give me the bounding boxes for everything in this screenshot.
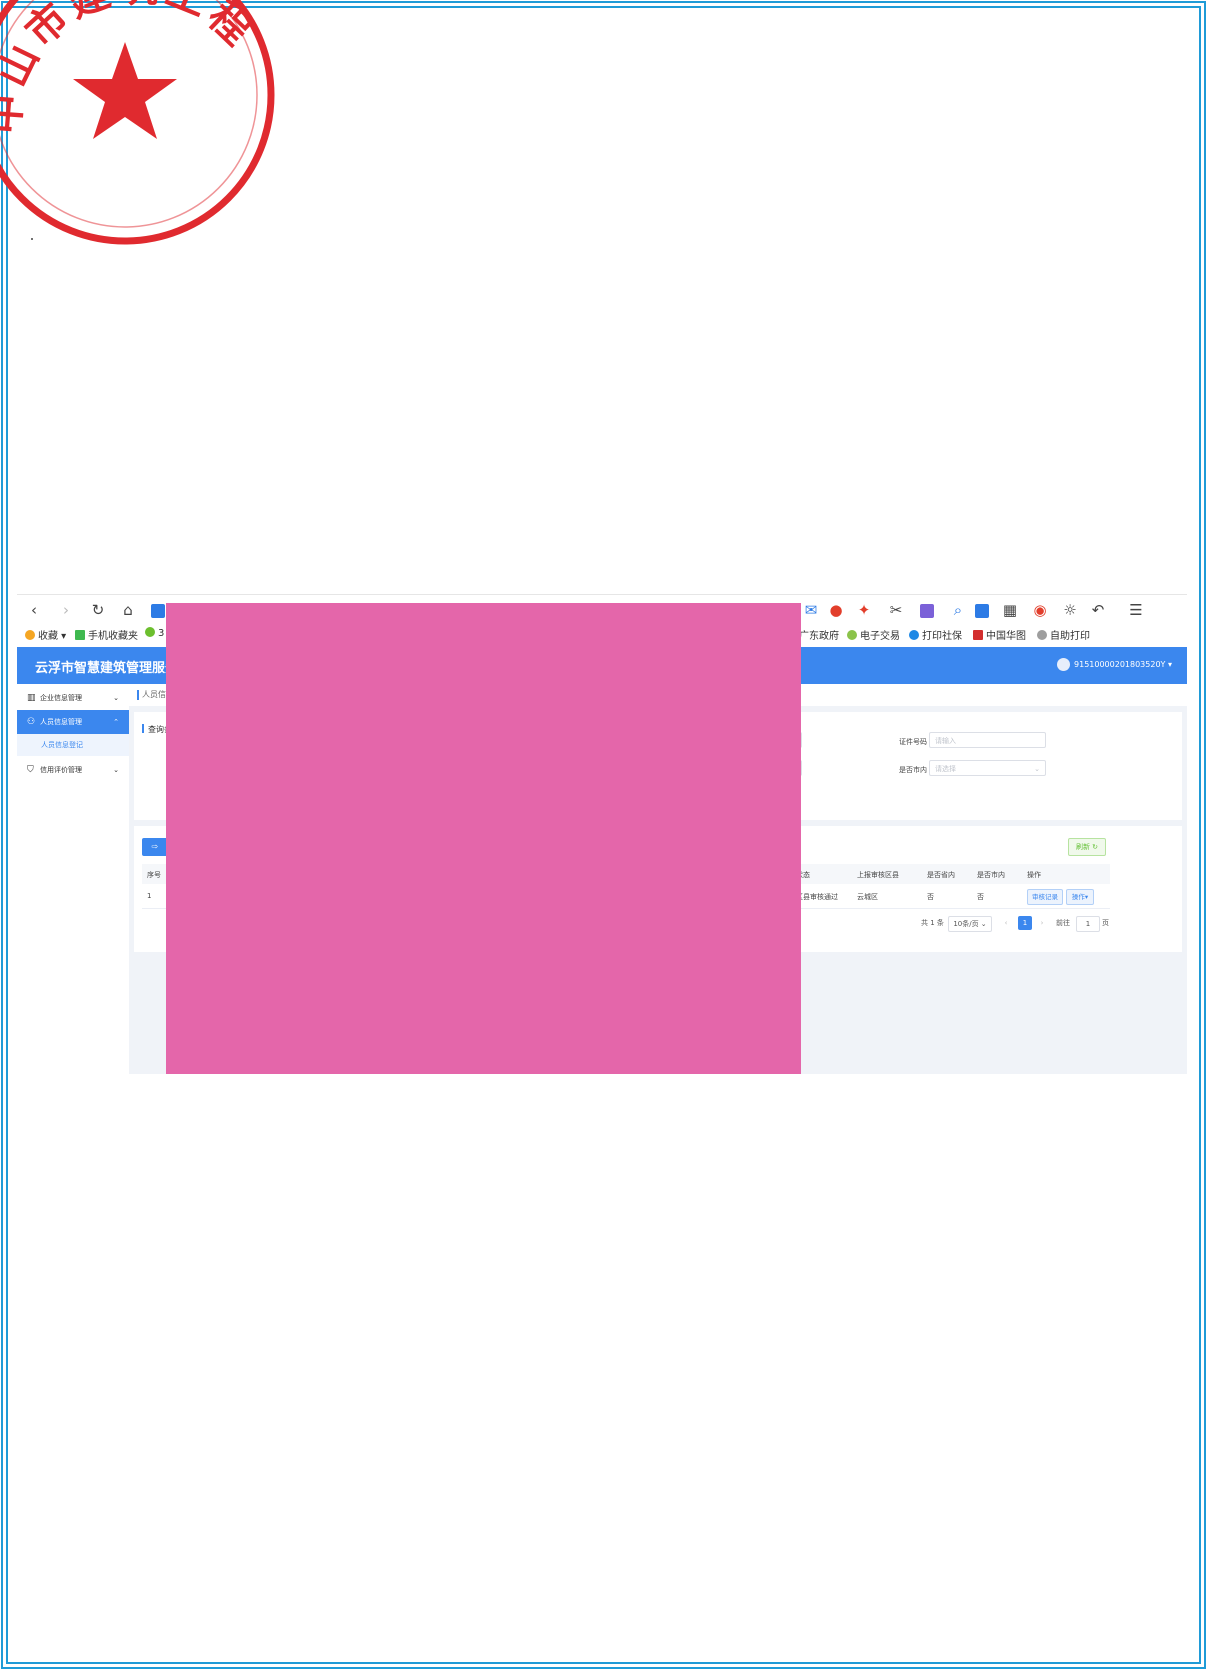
chevron-down-icon: ⌄ xyxy=(113,766,119,774)
phone-icon xyxy=(75,630,85,640)
bookmark-icon xyxy=(145,627,155,637)
social-icon xyxy=(909,630,919,640)
shield-icon: ⛉ xyxy=(27,765,34,775)
browser-logo-icon[interactable]: ◉ xyxy=(1031,601,1049,619)
pagination-total: 共 1 条 xyxy=(921,919,944,927)
mail-icon[interactable]: ✉ xyxy=(802,601,820,619)
star-icon xyxy=(25,630,35,640)
user-menu[interactable]: 91510000201803520Y ▾ xyxy=(1057,658,1172,671)
building-icon: ▥ xyxy=(27,693,36,703)
chevron-down-icon: ⌄ xyxy=(1034,765,1040,773)
in-city-label: 是否市内 xyxy=(899,766,927,774)
bookmark-favorites[interactable]: 收藏 ▾ xyxy=(25,627,66,642)
sidebar-subitem-people-register[interactable]: 人员信息登记 xyxy=(17,734,129,756)
people-icon: ⚇ xyxy=(27,717,36,727)
apps-grid-icon[interactable]: ▦ xyxy=(1001,601,1019,619)
app-icon[interactable] xyxy=(151,604,165,618)
row-action-button[interactable]: 操作▾ xyxy=(1066,889,1094,905)
cut-icon[interactable]: ✂ xyxy=(887,601,905,619)
goto-page-input[interactable]: 1 xyxy=(1076,916,1100,932)
reload-icon[interactable]: ↻ xyxy=(89,601,107,619)
current-page[interactable]: 1 xyxy=(1018,916,1032,930)
game-icon[interactable]: ✦ xyxy=(855,601,873,619)
next-page-button[interactable]: › xyxy=(1036,916,1048,930)
print-icon xyxy=(1037,630,1047,640)
page-unit-label: 页 xyxy=(1102,919,1109,927)
company-seal: 中山市建筑工程有限公司 xyxy=(0,0,275,245)
page-size-select[interactable]: 10条/页 ⌄ xyxy=(948,916,992,932)
leaf-icon xyxy=(847,630,857,640)
brightness-icon[interactable]: ☼ xyxy=(1061,601,1079,619)
translate-square-icon[interactable] xyxy=(975,604,989,618)
export-button[interactable]: ⇨ xyxy=(142,838,168,856)
sidebar: ▥ 企业信息管理 ⌄ ⚇ 人员信息管理 ⌃ 人员信息登记 ⛉ 信用评价管理 ⌄ xyxy=(17,684,130,1074)
refresh-button[interactable]: 刷新 ↻ xyxy=(1068,838,1106,856)
forward-icon[interactable]: › xyxy=(57,601,75,619)
bookmark-e-trade[interactable]: 电子交易 xyxy=(847,627,900,642)
bookmark-mobile[interactable]: 手机收藏夹 xyxy=(75,627,138,642)
hua-icon xyxy=(973,630,983,640)
user-account: 91510000201803520Y ▾ xyxy=(1074,660,1172,669)
bookmark-3[interactable]: 3 xyxy=(145,627,164,639)
bookmark-china-hua[interactable]: 中国华图 xyxy=(973,627,1026,642)
search-icon[interactable]: ⌕ xyxy=(949,601,967,619)
chevron-down-icon: ⌄ xyxy=(113,694,119,702)
sidebar-item-people[interactable]: ⚇ 人员信息管理 ⌃ xyxy=(17,710,129,734)
bookmark-self-print[interactable]: 自助打印 xyxy=(1037,627,1090,642)
home-icon[interactable]: ⌂ xyxy=(119,601,137,619)
goto-label: 前往 xyxy=(1056,919,1070,927)
in-city-select[interactable]: 请选择 ⌄ xyxy=(929,760,1046,776)
sidebar-item-credit[interactable]: ⛉ 信用评价管理 ⌄ xyxy=(17,758,129,782)
menu-icon[interactable]: ☰ xyxy=(1127,601,1145,619)
undo-icon[interactable]: ↶ xyxy=(1089,601,1107,619)
bookmark-gd-gov[interactable]: 广东政府 xyxy=(799,627,839,642)
translate-icon[interactable] xyxy=(920,604,934,618)
sidebar-item-company[interactable]: ▥ 企业信息管理 ⌄ xyxy=(17,686,129,710)
weibo-icon[interactable]: ● xyxy=(827,601,845,619)
bookmark-print-social[interactable]: 打印社保 xyxy=(909,627,962,642)
chevron-up-icon: ⌃ xyxy=(113,718,119,726)
back-icon[interactable]: ‹ xyxy=(25,601,43,619)
redaction-block xyxy=(166,603,801,1074)
prev-page-button[interactable]: ‹ xyxy=(1000,916,1012,930)
id-number-input[interactable]: 请输入 xyxy=(929,732,1046,748)
seal-star-icon xyxy=(73,42,177,139)
avatar xyxy=(1057,658,1071,671)
id-label: 证件号码 xyxy=(899,738,927,746)
audit-record-button[interactable]: 审核记录 xyxy=(1027,889,1063,905)
